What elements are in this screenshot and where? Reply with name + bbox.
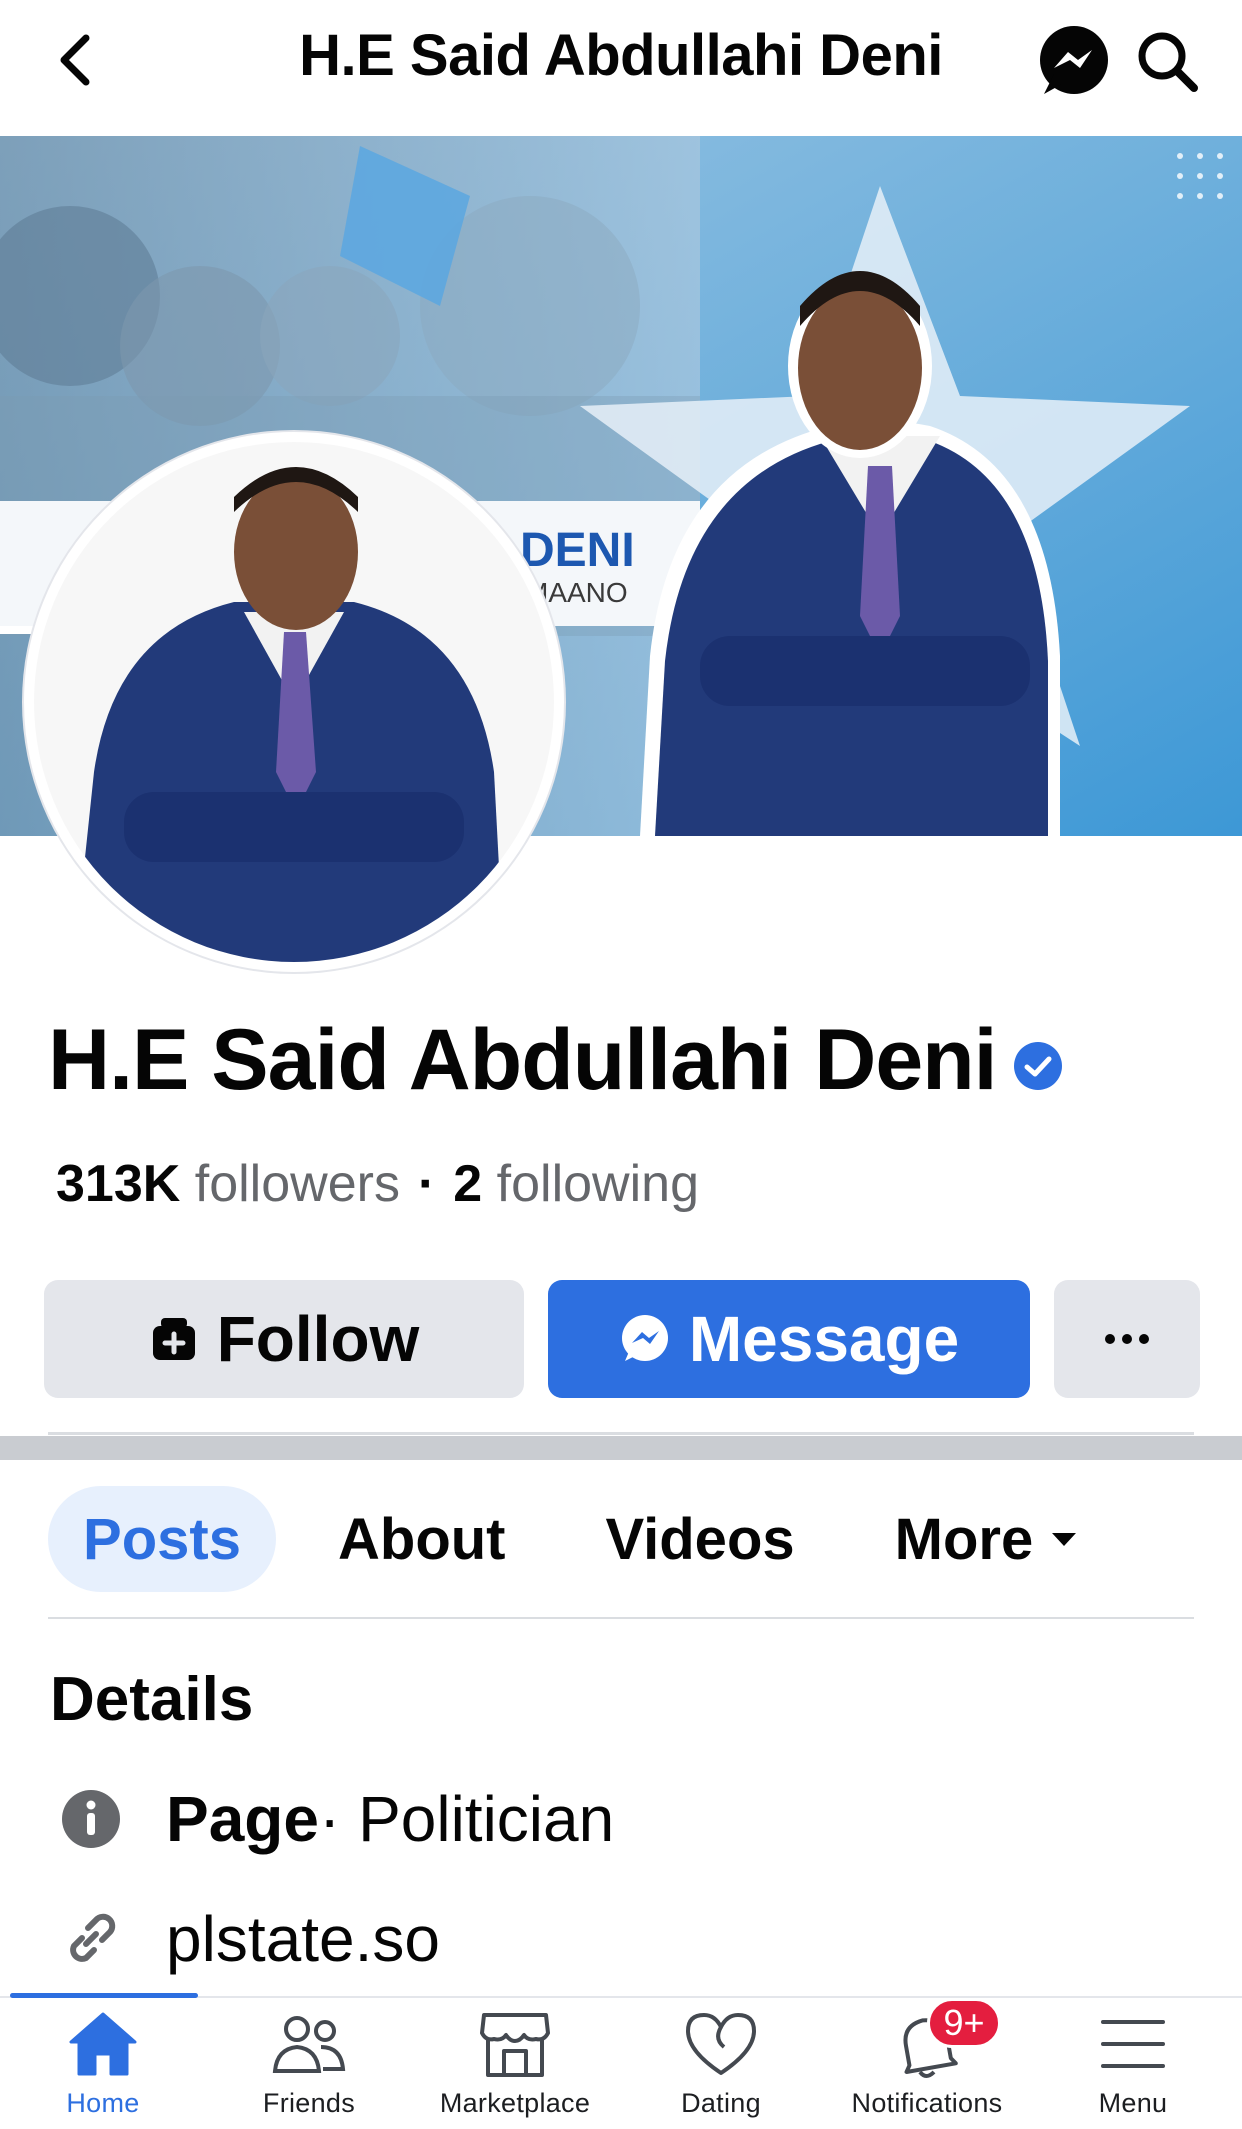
follow-icon [152, 1318, 195, 1360]
tab-videos[interactable]: Videos [606, 1486, 795, 1592]
messenger-button[interactable] [1036, 24, 1112, 100]
nav-menu[interactable]: Menu [1030, 2004, 1236, 2128]
tab-about[interactable]: About [338, 1486, 506, 1592]
more-options-button[interactable] [1054, 1280, 1200, 1398]
followers-count[interactable]: 313K [56, 1154, 180, 1214]
section-divider [0, 1436, 1242, 1460]
followers-label[interactable]: followers [195, 1154, 400, 1214]
nav-friends-label: Friends [262, 2088, 356, 2118]
details-heading: Details [50, 1665, 254, 1734]
detail-category-type: Page [166, 1783, 319, 1855]
messenger-icon [621, 1315, 668, 1361]
follow-button-label: Follow [216, 1303, 420, 1375]
tab-more-label: More [894, 1506, 1034, 1572]
page-title: H.E Said Abdullahi Deni [299, 23, 943, 88]
nav-friends[interactable]: Friends [206, 2004, 412, 2128]
friends-icon [272, 2016, 346, 2073]
chevron-left-icon [60, 34, 90, 86]
detail-category: Page · Politician [56, 1774, 614, 1864]
nav-dating-label: Dating [681, 2088, 761, 2118]
website-link[interactable]: plstate.so [166, 1902, 440, 1976]
verified-badge-icon [1013, 1042, 1062, 1090]
detail-category-value: · Politician [318, 1783, 615, 1855]
nav-menu-label: Menu [1098, 2088, 1168, 2118]
stats-separator: · [417, 1155, 436, 1213]
follow-button[interactable]: Follow [44, 1280, 524, 1398]
marketplace-icon [480, 2013, 550, 2077]
profile-name: H.E Said Abdullahi Deni [48, 1011, 998, 1108]
notifications-badge: 9+ [927, 1998, 1001, 2048]
follow-stats: 313K followers · 2 following [56, 1154, 699, 1214]
home-icon [69, 2012, 137, 2076]
more-horizontal-icon [1105, 1334, 1149, 1344]
nav-dating[interactable]: Dating [618, 2004, 824, 2128]
menu-icon [1101, 2020, 1165, 2068]
tab-posts[interactable]: Posts [48, 1486, 276, 1592]
nav-home[interactable]: Home [0, 2004, 206, 2128]
following-label[interactable]: following [497, 1154, 699, 1214]
nav-marketplace[interactable]: Marketplace [412, 2004, 618, 2128]
profile-tabs: Posts About Videos More [48, 1486, 1194, 1592]
profile-name-row: H.E Said Abdullahi Deni [48, 1010, 1063, 1110]
nav-home-label: Home [66, 2088, 140, 2118]
following-count[interactable]: 2 [453, 1154, 482, 1214]
back-button[interactable] [44, 28, 104, 92]
top-navigation-bar: H.E Said Abdullahi Deni [0, 0, 1242, 136]
info-icon [62, 1790, 120, 1848]
tabs-divider [48, 1617, 1194, 1619]
caret-down-icon [1052, 1533, 1077, 1546]
bottom-tab-bar: Home Friends Marketplace Dating 9+ Notif… [0, 1993, 1242, 2129]
message-button-label: Message [688, 1303, 960, 1375]
divider [48, 1432, 1194, 1435]
nav-marketplace-label: Marketplace [439, 2088, 591, 2118]
nav-notifications-label: Notifications [851, 2088, 1003, 2118]
cover-banner-text: DENI [520, 524, 635, 577]
tab-more[interactable]: More [895, 1486, 1080, 1592]
message-button[interactable]: Message [548, 1280, 1030, 1398]
profile-photo[interactable] [24, 432, 564, 972]
messenger-icon [1040, 26, 1108, 94]
search-icon [1138, 32, 1198, 92]
heart-icon [686, 2013, 756, 2075]
detail-website[interactable]: plstate.so [56, 1894, 440, 1984]
nav-notifications[interactable]: 9+ Notifications [824, 1998, 1030, 2128]
search-button[interactable] [1132, 26, 1204, 98]
link-icon [70, 1913, 116, 1962]
active-tab-indicator [10, 1993, 198, 1998]
